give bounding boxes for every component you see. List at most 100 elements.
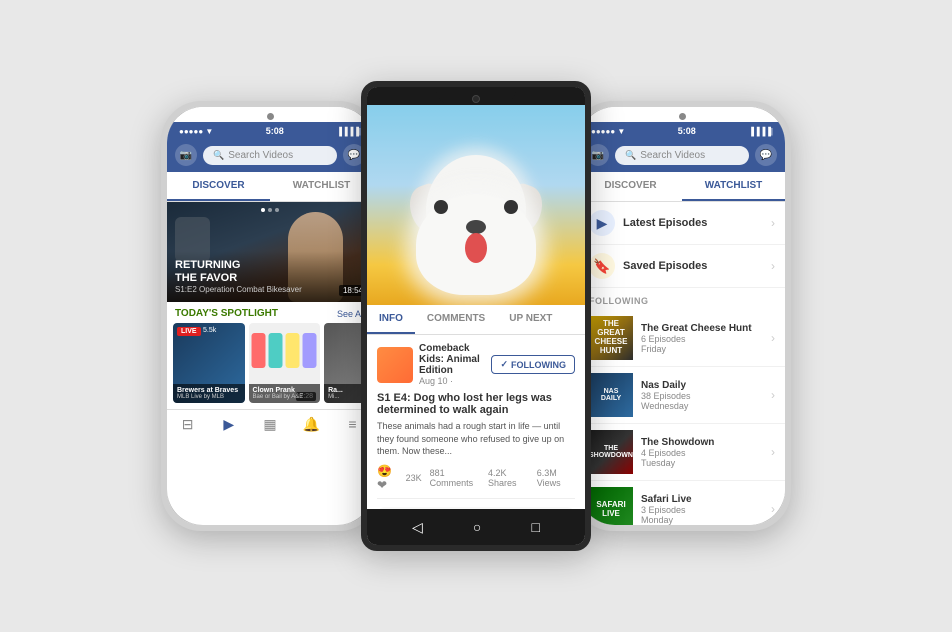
left-phone-status-bar: ●●●●● ▼ 5:08 ▐▐▐▐| <box>167 122 373 138</box>
right-name-nas: Nas Daily <box>641 380 763 391</box>
scene: ●●●●● ▼ 5:08 ▐▐▐▐| 📷 🔍 Search Videos 💬 <box>0 0 952 632</box>
left-carrier: ●●●●● ▼ <box>179 127 213 136</box>
right-latest-chevron: › <box>771 216 775 230</box>
left-camera-icon[interactable]: 📷 <box>175 144 197 166</box>
left-nav-item-2[interactable]: ▶ <box>208 416 249 435</box>
left-item3-title: Ra... <box>328 387 363 394</box>
right-search-text: Search Videos <box>640 150 705 161</box>
left-spotlight-grid: LIVE 5.5k Brewers at Braves MLB Live by … <box>167 323 373 409</box>
left-phone: ●●●●● ▼ 5:08 ▐▐▐▐| 📷 🔍 Search Videos 💬 <box>161 101 379 531</box>
right-show-nas[interactable]: NASDAILY Nas Daily 38 Episodes Wednesday… <box>579 367 785 424</box>
dot-1 <box>261 208 265 212</box>
left-hero-video[interactable]: RETURNINGTHE FAVOR S1:E2 Operation Comba… <box>167 202 373 302</box>
right-chevron-cheese: › <box>771 331 775 345</box>
left-nav-item-1[interactable]: ⊟ <box>167 416 208 435</box>
android-home-btn[interactable]: ○ <box>473 519 481 535</box>
right-day-safari: Monday <box>641 515 763 525</box>
right-show-safari[interactable]: SAFARILIVE Safari Live 3 Episodes Monday… <box>579 481 785 525</box>
center-tab-comments[interactable]: COMMENTS <box>415 305 497 334</box>
bae-colors <box>252 333 317 368</box>
bae-block-teal <box>269 333 283 368</box>
right-search-input[interactable]: 🔍 Search Videos <box>615 146 749 165</box>
left-phone-camera <box>267 113 274 120</box>
center-episode-desc: These animals had a rough start in life … <box>377 420 575 458</box>
left-tab-discover[interactable]: DISCOVER <box>167 172 270 201</box>
right-saved-episodes-row[interactable]: 🔖 Saved Episodes › <box>579 245 785 288</box>
right-show-cheese[interactable]: THE GREATCHEESEHUNT The Great Cheese Hun… <box>579 310 785 367</box>
dot-2 <box>268 208 272 212</box>
bae-block-yellow <box>286 333 300 368</box>
center-show-name: Comeback Kids: Animal Edition <box>419 343 485 376</box>
right-watchlist-section: ▶ Latest Episodes › 🔖 Saved Episodes › <box>579 202 785 288</box>
right-chevron-nas: › <box>771 388 775 402</box>
right-saved-chevron: › <box>771 259 775 273</box>
left-spotlight-label-2: Clown Prank Bae or Bail by A&E <box>249 384 321 403</box>
view-count: 6.3M Views <box>537 468 575 488</box>
center-show-date: Aug 10 · <box>419 376 485 386</box>
left-item2-sub: Bae or Bail by A&E <box>253 394 317 400</box>
right-tab-watchlist[interactable]: WATCHLIST <box>682 172 785 201</box>
center-follow-btn[interactable]: ✓ FOLLOWING <box>491 355 575 374</box>
check-icon: ✓ <box>500 359 508 370</box>
left-nav-item-3[interactable]: ▦ <box>249 416 290 435</box>
right-messenger-icon[interactable]: 💬 <box>755 144 777 166</box>
left-nav-icon-5: ≡ <box>348 416 356 432</box>
right-info-safari: Safari Live 3 Episodes Monday <box>641 494 763 525</box>
right-tab-discover[interactable]: DISCOVER <box>579 172 682 201</box>
right-show-showdown[interactable]: THESHOWDOWN The Showdown 4 Episodes Tues… <box>579 424 785 481</box>
right-day-cheese: Friday <box>641 344 763 354</box>
center-tab-upnext[interactable]: UP NEXT <box>497 305 564 334</box>
left-spotlight-label-1: Brewers at Braves MLB Live by MLB <box>173 384 245 403</box>
android-recents-btn[interactable]: □ <box>531 519 539 535</box>
right-eps-showdown: 4 Episodes <box>641 448 763 458</box>
left-nav-icon-3: ▦ <box>263 416 276 433</box>
center-notch <box>436 87 516 105</box>
android-back-btn[interactable]: ◁ <box>412 519 423 536</box>
right-day-showdown: Tuesday <box>641 458 763 468</box>
reaction-emojis: 😍❤ <box>377 464 398 492</box>
right-latest-episodes-row[interactable]: ▶ Latest Episodes › <box>579 202 785 245</box>
left-nav-item-4[interactable]: 🔔 <box>291 416 332 435</box>
right-battery: ▐▐▐▐| <box>748 127 773 136</box>
center-show-header: Comeback Kids: Animal Edition Aug 10 · ✓… <box>377 343 575 386</box>
right-latest-icon: ▶ <box>589 210 615 236</box>
dot-3 <box>275 208 279 212</box>
center-content: Comeback Kids: Animal Edition Aug 10 · ✓… <box>367 335 585 509</box>
right-chevron-showdown: › <box>771 445 775 459</box>
left-search-text: Search Videos <box>228 150 293 161</box>
spotlight-item-2[interactable]: 7:28 Clown Prank Bae or Bail by A&E <box>249 323 321 403</box>
left-hero-title: RETURNINGTHE FAVOR <box>175 259 365 285</box>
spotlight-item-1[interactable]: LIVE 5.5k Brewers at Braves MLB Live by … <box>173 323 245 403</box>
right-search-bar: 📷 🔍 Search Videos 💬 <box>579 138 785 172</box>
right-day-nas: Wednesday <box>641 401 763 411</box>
left-hero-subtitle: S1:E2 Operation Combat Bikesaver <box>175 285 365 294</box>
follow-label: FOLLOWING <box>511 360 566 370</box>
right-phone: ●●●●● ▼ 5:08 ▐▐▐▐| 📷 🔍 Search Videos 💬 <box>573 101 791 531</box>
right-thumb-safari: SAFARILIVE <box>589 487 633 525</box>
left-item1-sub: MLB Live by MLB <box>177 394 241 400</box>
right-info-cheese: The Great Cheese Hunt 6 Episodes Friday <box>641 323 763 354</box>
left-tab-watchlist[interactable]: WATCHLIST <box>270 172 373 201</box>
right-phone-camera <box>679 113 686 120</box>
center-dog-image <box>367 105 585 305</box>
dog-body-group <box>406 145 546 295</box>
right-tabs: DISCOVER WATCHLIST <box>579 172 785 202</box>
right-phone-status-bar: ●●●●● ▼ 5:08 ▐▐▐▐| <box>579 122 785 138</box>
center-android-nav: ◁ ○ □ <box>367 509 585 545</box>
left-item3-sub: Mi... <box>328 394 363 400</box>
right-following-header: FOLLOWING <box>579 288 785 310</box>
right-eps-cheese: 6 Episodes <box>641 334 763 344</box>
center-episode-title: S1 E4: Dog who lost her legs was determi… <box>377 392 575 416</box>
left-live-badge: LIVE <box>177 327 201 336</box>
left-search-input[interactable]: 🔍 Search Videos <box>203 146 337 165</box>
center-show-info: Comeback Kids: Animal Edition Aug 10 · <box>419 343 485 386</box>
center-info-tabs: INFO COMMENTS UP NEXT <box>367 305 585 335</box>
left-phone-camera-area <box>167 107 373 122</box>
comment-count: 881 Comments <box>430 468 480 488</box>
right-phone-camera-area <box>579 107 785 122</box>
left-search-bar: 📷 🔍 Search Videos 💬 <box>167 138 373 172</box>
bae-block-purple <box>303 333 317 368</box>
center-tab-info[interactable]: INFO <box>367 305 415 334</box>
dog-nose <box>466 220 486 234</box>
left-spotlight-header: TODAY'S SPOTLIGHT See All <box>167 302 373 323</box>
